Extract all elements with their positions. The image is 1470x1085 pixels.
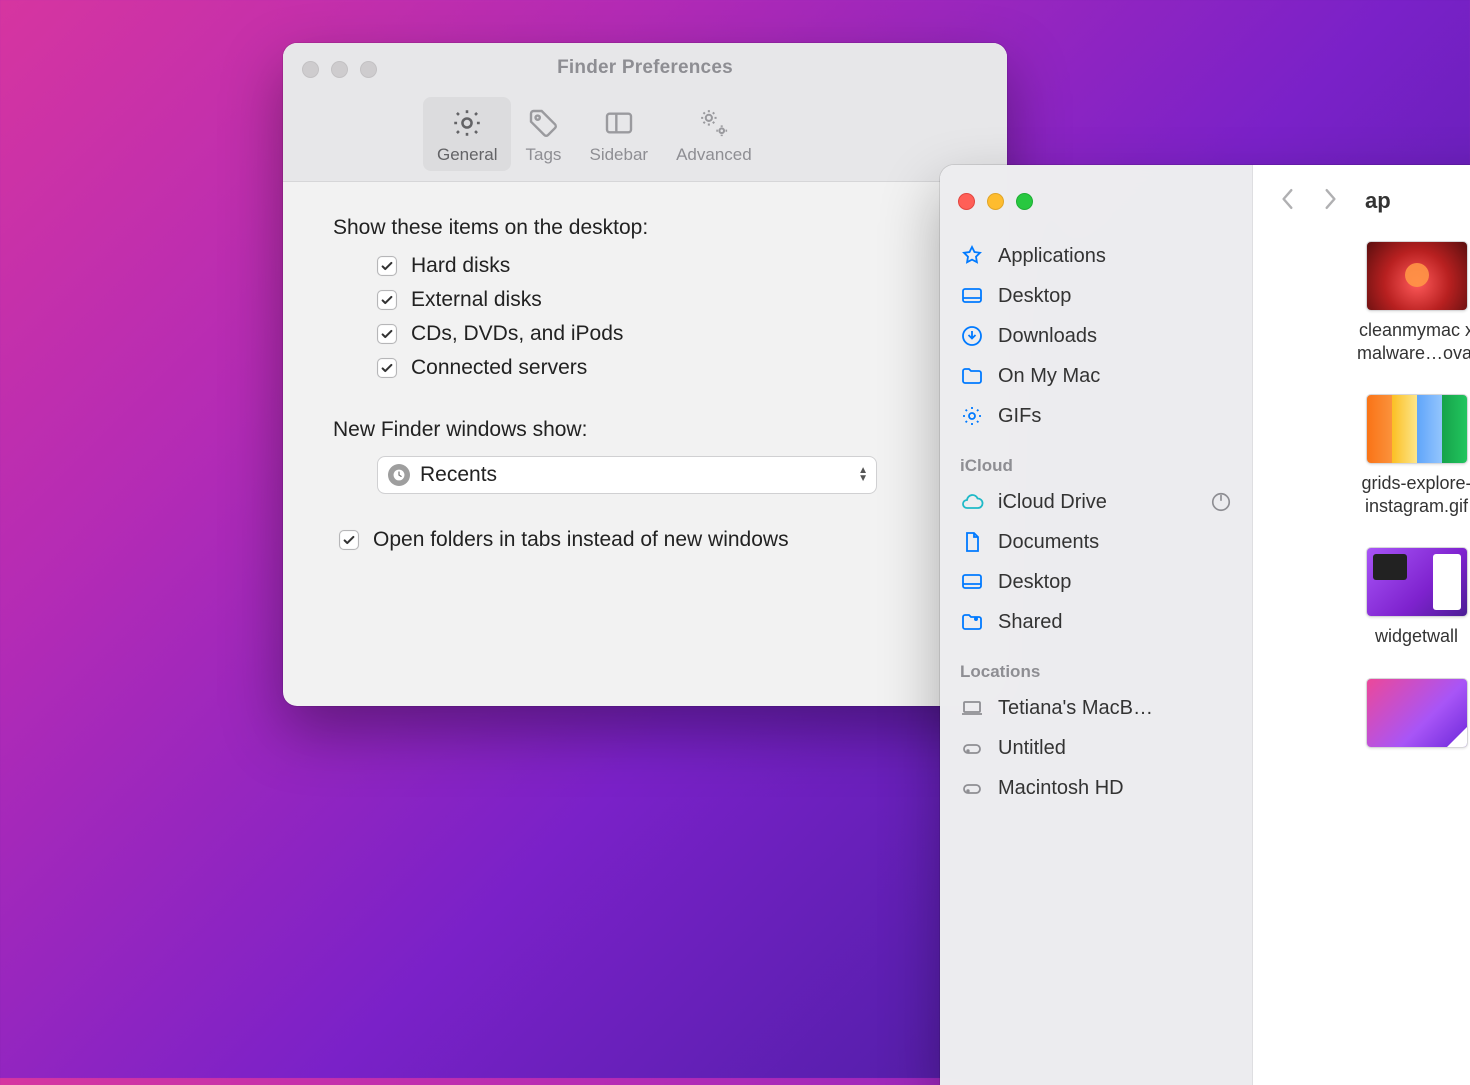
sidebar-item-macintosh-hd[interactable]: Macintosh HD <box>948 768 1244 808</box>
applications-icon <box>960 244 984 268</box>
traffic-lights <box>302 61 377 78</box>
sidebar-label: Downloads <box>998 325 1097 348</box>
sidebar-label: Desktop <box>998 285 1071 308</box>
finder-sidebar: Applications Desktop Downloads On My Mac… <box>940 165 1253 1085</box>
minimize-button[interactable] <box>987 193 1004 210</box>
sidebar-label: Shared <box>998 611 1063 634</box>
sidebar-item-desktop-icloud[interactable]: Desktop <box>948 562 1244 602</box>
sidebar-label: iCloud Drive <box>998 491 1107 514</box>
finder-window: Applications Desktop Downloads On My Mac… <box>940 165 1470 1085</box>
file-thumbnail <box>1366 394 1468 464</box>
desktop-icon <box>960 284 984 308</box>
sidebar-label: Applications <box>998 245 1106 268</box>
close-button[interactable] <box>302 61 319 78</box>
file-item[interactable]: cleanmymac xmalware…oval <box>1327 241 1470 364</box>
tab-tags[interactable]: Tags <box>511 97 575 171</box>
preferences-toolbar: General Tags Sidebar Advanced <box>283 93 1007 182</box>
file-item[interactable]: widgetwall <box>1327 547 1470 648</box>
sidebar-icon <box>601 105 637 141</box>
clock-icon <box>388 464 410 486</box>
zoom-button[interactable] <box>360 61 377 78</box>
laptop-icon <box>960 696 984 720</box>
tab-tags-label: Tags <box>526 145 562 165</box>
desktop-icon <box>960 570 984 594</box>
sidebar-label: Tetiana's MacB… <box>998 697 1153 720</box>
sidebar-label: Desktop <box>998 571 1071 594</box>
shared-folder-icon <box>960 610 984 634</box>
hard-disks-label: Hard disks <box>411 254 510 278</box>
disk-icon <box>960 776 984 800</box>
cloud-icon <box>960 490 984 514</box>
tag-icon <box>525 105 561 141</box>
sidebar-item-gifs[interactable]: GIFs <box>948 396 1244 436</box>
file-item[interactable]: grids-explore-instagram.gif <box>1327 394 1470 517</box>
tab-advanced-label: Advanced <box>676 145 752 165</box>
file-thumbnail <box>1366 678 1468 748</box>
close-button[interactable] <box>958 193 975 210</box>
new-windows-select[interactable]: Recents ▲▼ <box>377 456 877 494</box>
disk-icon <box>960 736 984 760</box>
traffic-lights <box>948 179 1244 236</box>
file-name: cleanmymac xmalware…oval <box>1357 319 1470 364</box>
document-icon <box>960 530 984 554</box>
tab-general-label: General <box>437 145 497 165</box>
sidebar-item-documents[interactable]: Documents <box>948 522 1244 562</box>
file-grid: cleanmymac xmalware…oval grids-explore-i… <box>1253 241 1470 748</box>
sidebar-label: Macintosh HD <box>998 777 1124 800</box>
sidebar-item-desktop[interactable]: Desktop <box>948 276 1244 316</box>
gears-icon <box>696 105 732 141</box>
sidebar-item-onmymac[interactable]: On My Mac <box>948 356 1244 396</box>
servers-checkbox[interactable] <box>377 358 397 378</box>
location-title: ap <box>1365 188 1391 214</box>
finder-content: ap cleanmymac xmalware…oval grids-explor… <box>1253 165 1470 1085</box>
minimize-button[interactable] <box>331 61 348 78</box>
finder-toolbar: ap <box>1253 165 1470 241</box>
sidebar-item-untitled[interactable]: Untitled <box>948 728 1244 768</box>
servers-label: Connected servers <box>411 356 587 380</box>
sidebar-label: On My Mac <box>998 365 1100 388</box>
cds-label: CDs, DVDs, and iPods <box>411 322 623 346</box>
sidebar-item-icloud-drive[interactable]: iCloud Drive <box>948 482 1244 522</box>
folder-icon <box>960 364 984 388</box>
file-name: grids-explore-instagram.gif <box>1361 472 1470 517</box>
tab-advanced[interactable]: Advanced <box>662 97 766 171</box>
sidebar-label: GIFs <box>998 405 1041 428</box>
external-disks-checkbox[interactable] <box>377 290 397 310</box>
downloads-icon <box>960 324 984 348</box>
open-in-tabs-label: Open folders in tabs instead of new wind… <box>373 528 789 552</box>
cds-checkbox[interactable] <box>377 324 397 344</box>
open-in-tabs-checkbox[interactable] <box>339 530 359 550</box>
file-thumbnail <box>1366 241 1468 311</box>
back-button[interactable] <box>1281 185 1295 217</box>
zoom-button[interactable] <box>1016 193 1033 210</box>
desktop-items-heading: Show these items on the desktop: <box>333 216 967 240</box>
new-windows-value: Recents <box>420 463 497 487</box>
hard-disks-checkbox[interactable] <box>377 256 397 276</box>
new-windows-heading: New Finder windows show: <box>333 418 967 442</box>
general-pane: Show these items on the desktop: Hard di… <box>283 182 1007 592</box>
sidebar-heading-icloud: iCloud <box>948 436 1244 482</box>
sidebar-label: Untitled <box>998 737 1066 760</box>
sidebar-label: Documents <box>998 531 1099 554</box>
sidebar-heading-locations: Locations <box>948 642 1244 688</box>
window-title: Finder Preferences <box>283 57 1007 79</box>
forward-button[interactable] <box>1323 185 1337 217</box>
sidebar-item-downloads[interactable]: Downloads <box>948 316 1244 356</box>
file-thumbnail <box>1366 547 1468 617</box>
gear-icon <box>449 105 485 141</box>
external-disks-label: External disks <box>411 288 542 312</box>
tab-sidebar-label: Sidebar <box>589 145 648 165</box>
finder-preferences-window: Finder Preferences General Tags Sidebar … <box>283 43 1007 706</box>
titlebar: Finder Preferences <box>283 43 1007 93</box>
file-item[interactable] <box>1327 678 1470 748</box>
gear-icon <box>960 404 984 428</box>
chevron-up-down-icon: ▲▼ <box>858 467 868 483</box>
tab-general[interactable]: General <box>423 97 511 171</box>
sidebar-item-shared[interactable]: Shared <box>948 602 1244 642</box>
sidebar-item-applications[interactable]: Applications <box>948 236 1244 276</box>
file-name: widgetwall <box>1375 625 1458 648</box>
sidebar-item-machine[interactable]: Tetiana's MacB… <box>948 688 1244 728</box>
loading-icon <box>1210 491 1232 513</box>
tab-sidebar[interactable]: Sidebar <box>575 97 662 171</box>
